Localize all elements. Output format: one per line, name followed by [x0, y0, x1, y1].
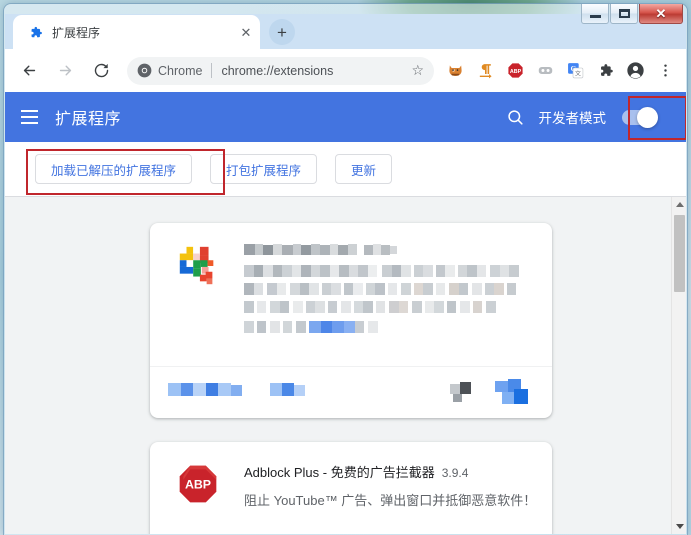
svg-text:文: 文	[575, 70, 581, 78]
browser-toolbar: Chrome chrome://extensions ☆ ABP 文	[5, 49, 686, 92]
content-scrollbar[interactable]	[671, 197, 686, 534]
extensions-page: 扩展程序 开发者模式 加载已解压的扩展程序 打包扩展程序 更新 ABP Adbl…	[5, 92, 686, 534]
censored-description	[244, 265, 534, 343]
svg-text:ABP: ABP	[509, 69, 521, 75]
extensions-appbar: 扩展程序 开发者模式	[5, 92, 686, 142]
grey-pill-extension-icon[interactable]	[532, 58, 558, 84]
card-title-row: Adblock Plus - 免费的广告拦截器 3.9.4	[244, 462, 534, 481]
back-arrow-icon	[23, 65, 35, 76]
address-bar[interactable]: Chrome chrome://extensions ☆	[127, 56, 434, 85]
abp-octagon-icon: ABP	[174, 462, 222, 510]
reload-button[interactable]	[87, 57, 115, 85]
svg-text:ABP: ABP	[185, 478, 211, 492]
tab-extensions[interactable]: 扩展程序 ✕	[13, 15, 260, 49]
new-tab-button[interactable]: +	[269, 19, 295, 45]
extensions-action-bar: 加载已解压的扩展程序 打包扩展程序 更新	[5, 142, 686, 197]
plus-icon: +	[277, 22, 287, 42]
reload-icon	[94, 63, 108, 78]
scroll-up-button[interactable]	[672, 197, 686, 212]
pack-extension-button[interactable]: 打包扩展程序	[210, 154, 318, 184]
forward-button[interactable]	[51, 57, 79, 85]
chrome-logo-icon	[137, 63, 152, 78]
toggle-knob	[637, 106, 658, 128]
developer-mode-label: 开发者模式	[538, 111, 607, 126]
adblock-plus-icon[interactable]: ABP	[502, 58, 528, 84]
colored-puzzle-piece-icon	[174, 243, 222, 291]
card-content: ABP Adblock Plus - 免费的广告拦截器 3.9.4 阻止 You…	[150, 442, 552, 510]
chevron-up-icon	[675, 202, 684, 207]
puzzle-piece-icon	[27, 24, 43, 40]
censored-title	[244, 243, 534, 256]
browser-menu-button[interactable]	[652, 58, 678, 84]
update-button[interactable]: 更新	[335, 154, 393, 184]
forward-arrow-icon	[59, 65, 71, 76]
cat-extension-icon[interactable]	[442, 58, 468, 84]
search-icon[interactable]	[499, 100, 533, 134]
chrome-chip: Chrome	[137, 63, 202, 78]
close-icon: ✕	[655, 6, 667, 21]
extension-card-list: ABP Adblock Plus - 免费的广告拦截器 3.9.4 阻止 You…	[5, 197, 686, 534]
scroll-down-button[interactable]	[672, 519, 686, 534]
chrome-chip-label: Chrome	[158, 63, 203, 78]
profile-avatar-icon[interactable]	[622, 58, 648, 84]
minimize-icon	[589, 15, 601, 18]
google-translate-icon[interactable]: G 文	[562, 58, 588, 84]
scrollbar-thumb[interactable]	[674, 215, 685, 292]
back-button[interactable]	[15, 57, 43, 85]
extension-icon-tray: ABP G 文	[440, 58, 680, 84]
extensions-puzzle-icon[interactable]	[592, 58, 618, 84]
extension-description: 阻止 YouTube™ 广告、弹出窗口并抵御恶意软件！	[244, 493, 537, 508]
load-unpacked-button[interactable]: 加载已解压的扩展程序	[35, 154, 193, 184]
menu-icon[interactable]	[5, 92, 53, 142]
url-text: chrome://extensions	[221, 63, 334, 78]
developer-mode-toggle[interactable]	[622, 106, 658, 128]
extension-card-adblock-plus[interactable]: ABP Adblock Plus - 免费的广告拦截器 3.9.4 阻止 You…	[150, 442, 552, 534]
tab-close-icon[interactable]: ✕	[236, 22, 256, 42]
close-button[interactable]: ✕	[639, 4, 683, 24]
three-dot-menu-icon	[663, 64, 667, 77]
page-title: 扩展程序	[55, 111, 122, 128]
extension-version: 3.9.4	[441, 466, 469, 480]
menu-bar	[20, 122, 38, 124]
menu-bar	[20, 110, 38, 112]
bookmark-star-icon[interactable]: ☆	[409, 62, 426, 79]
tab-title: 扩展程序	[52, 25, 101, 40]
window-controls: ✕	[580, 4, 683, 24]
card-text-body: Adblock Plus - 免费的广告拦截器 3.9.4 阻止 YouTube…	[244, 462, 537, 510]
menu-bar	[20, 116, 38, 118]
maximize-icon	[618, 9, 630, 18]
card-text-body	[244, 243, 534, 343]
card-content	[150, 223, 552, 343]
maximize-button[interactable]	[610, 4, 638, 24]
browser-window: ✕ 扩展程序 ✕ + Chrome chrome://extensions ☆ …	[4, 4, 687, 535]
chevron-down-icon	[675, 524, 684, 529]
extension-card-censored[interactable]	[150, 223, 552, 418]
minimize-button[interactable]	[581, 4, 609, 24]
card-footer	[150, 366, 552, 418]
omnibox-separator	[211, 63, 213, 78]
pilcrow-extension-icon[interactable]	[472, 58, 498, 84]
extension-name: Adblock Plus - 免费的广告拦截器	[244, 465, 435, 480]
